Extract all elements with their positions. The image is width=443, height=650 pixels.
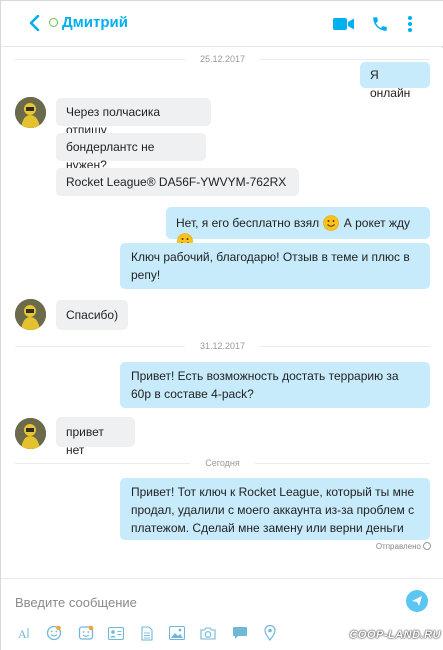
emoticon-icon[interactable]: [45, 625, 63, 641]
message-outgoing[interactable]: Нет, я его бесплатно взял А рокет жду: [166, 207, 430, 249]
message-outgoing[interactable]: Ключ рабочий, благодарю! Отзыв в теме и …: [120, 243, 430, 289]
avatar[interactable]: [15, 299, 46, 330]
composer: A: [1, 578, 443, 650]
date-separator: 31.12.2017: [1, 339, 443, 353]
video-call-icon[interactable]: [332, 12, 356, 36]
chat-bubble-icon[interactable]: [231, 625, 249, 641]
more-icon[interactable]: [398, 12, 422, 36]
sent-check-icon: [423, 542, 431, 550]
date-separator: Сегодня: [1, 456, 443, 470]
contact-card-icon[interactable]: [107, 625, 125, 641]
text-format-icon[interactable]: A: [15, 625, 33, 641]
mojis-icon[interactable]: [77, 625, 95, 641]
location-icon[interactable]: [261, 625, 279, 641]
camera-icon[interactable]: [199, 625, 217, 641]
back-arrow-icon[interactable]: [23, 12, 45, 34]
site-watermark: COOP-LAND.RU: [349, 629, 441, 641]
message-incoming[interactable]: Через полчасика отпишу: [56, 98, 211, 137]
message-outgoing[interactable]: Привет! Есть возможность достать террари…: [120, 362, 430, 408]
file-icon[interactable]: [138, 625, 156, 641]
contact-name[interactable]: Дмитрий: [62, 14, 128, 31]
message-incoming[interactable]: бондерлантс не нужен?: [56, 133, 206, 172]
message-incoming[interactable]: Rocket League® DA56F-YWVYM-762RX: [56, 168, 299, 196]
message-incoming[interactable]: Спасибо): [56, 300, 128, 330]
message-list[interactable]: 25.12.2017 Я онлайн Через полчасика отпи…: [1, 48, 443, 578]
delivery-status: Отправлено: [376, 542, 431, 551]
svg-text:A: A: [18, 627, 27, 640]
message-outgoing[interactable]: Привет! Тот ключ к Rocket League, которы…: [120, 478, 430, 540]
message-input[interactable]: [15, 593, 395, 611]
skype-window: Дмитрий 25.12.2017 Я онлайн Через полчас…: [0, 0, 443, 650]
send-icon[interactable]: [406, 590, 428, 612]
avatar[interactable]: [15, 97, 46, 128]
message-outgoing[interactable]: Я онлайн: [360, 62, 430, 100]
chat-header: Дмитрий: [1, 1, 443, 47]
phone-icon[interactable]: [368, 12, 392, 36]
smiley-icon: [323, 215, 340, 231]
presence-icon: [49, 18, 58, 27]
media-icon[interactable]: [168, 625, 186, 641]
message-incoming[interactable]: привет нет: [56, 417, 135, 457]
avatar[interactable]: [15, 418, 46, 449]
